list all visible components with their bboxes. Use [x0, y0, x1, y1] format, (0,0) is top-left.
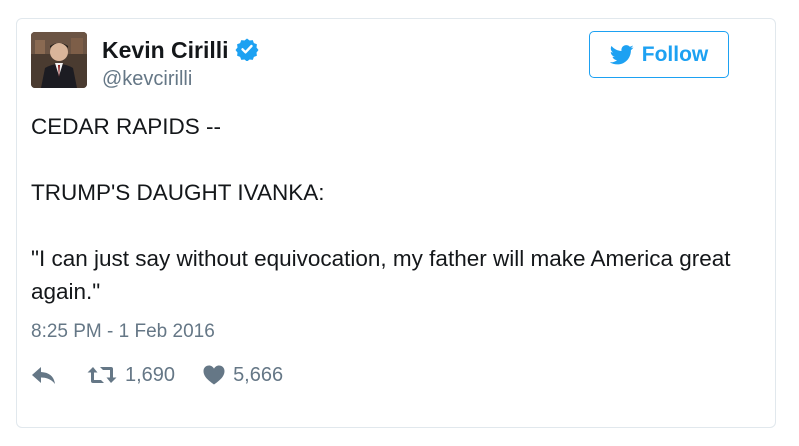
tweet-text: CEDAR RAPIDS -- TRUMP'S DAUGHT IVANKA: "…: [31, 110, 741, 308]
twitter-bird-icon: [609, 44, 634, 64]
retweet-icon: [87, 367, 117, 383]
retweet-count: 1,690: [125, 363, 176, 386]
tweet-paragraph: TRUMP'S DAUGHT IVANKA:: [31, 180, 325, 205]
tweet-timestamp[interactable]: 8:25 PM - 1 Feb 2016: [31, 320, 215, 344]
like-count: 5,666: [233, 363, 284, 386]
verified-badge-icon: [235, 38, 259, 61]
like-button[interactable]: 5,666: [203, 364, 283, 387]
display-name[interactable]: Kevin Cirilli: [102, 36, 259, 64]
reply-button[interactable]: [31, 365, 57, 385]
tweet-paragraph: "I can just say without equivocation, my…: [31, 246, 731, 304]
user-handle[interactable]: @kevcirilli: [102, 67, 192, 91]
reply-icon: [32, 367, 55, 384]
tweet-paragraph: CEDAR RAPIDS --: [31, 114, 222, 139]
follow-button[interactable]: Follow: [589, 31, 729, 78]
avatar[interactable]: [31, 32, 87, 88]
tweet-actions: 1,690 5,666: [31, 361, 283, 389]
follow-button-label: Follow: [641, 42, 709, 66]
display-name-text: Kevin Cirilli: [102, 37, 229, 63]
heart-icon: [203, 365, 225, 385]
retweet-button[interactable]: 1,690: [87, 364, 175, 387]
